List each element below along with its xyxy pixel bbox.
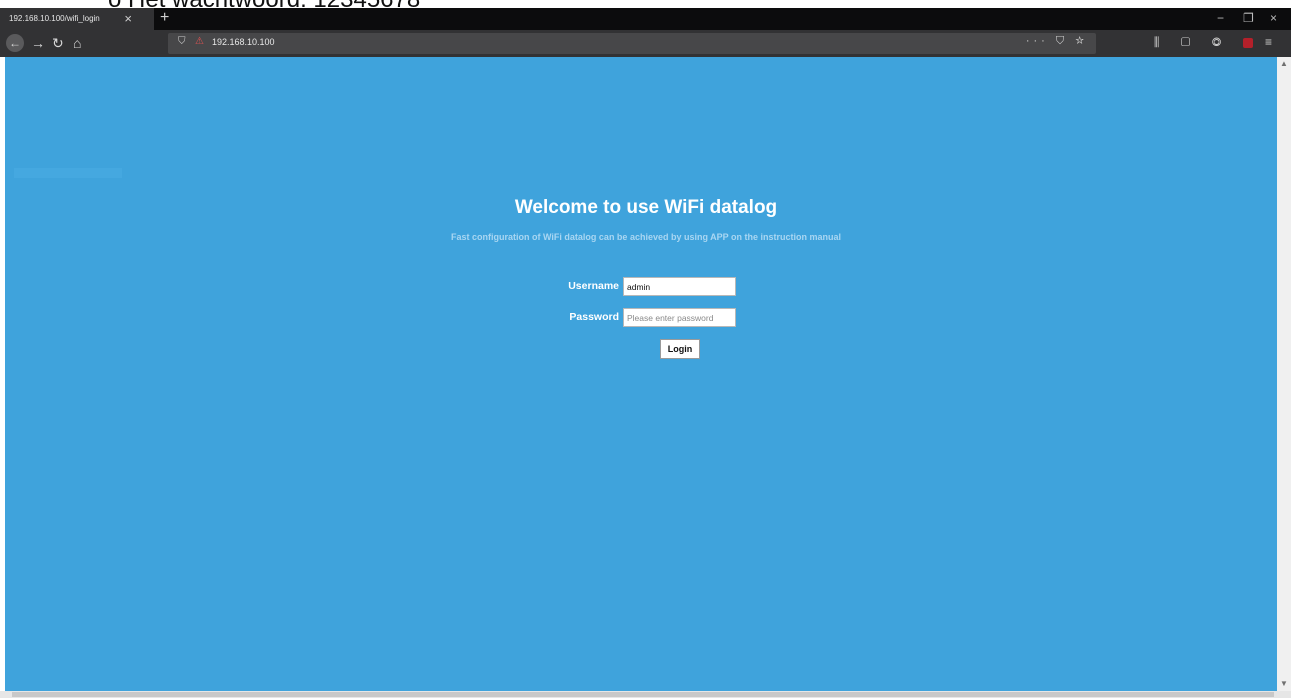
tab-title: 192.168.10.100/wifi_login [9, 14, 100, 23]
tab-bar: 192.168.10.100/wifi_login × + − ❐ × [0, 8, 1291, 30]
address-bar[interactable]: ⛉ ⚠ 192.168.10.100 ··· ⛉ ☆ [168, 33, 1096, 54]
password-label-wrap: Password [525, 308, 619, 327]
tab-close-icon[interactable]: × [124, 11, 132, 26]
forward-button[interactable]: → [31, 34, 45, 52]
home-button[interactable]: ⌂ [73, 34, 81, 52]
menu-icon[interactable]: ≡ [1265, 35, 1281, 49]
page-actions-icons[interactable]: ··· ⛉ ☆ [1026, 35, 1088, 48]
url-text[interactable]: 192.168.10.100 [212, 37, 275, 47]
minimize-icon[interactable]: − [1217, 11, 1224, 25]
navigation-bar: ← → ↻ ⌂ ⛉ ⚠ 192.168.10.100 ··· ⛉ ☆ ⫼ ▢ ◎… [0, 30, 1291, 57]
reload-button[interactable]: ↻ [52, 34, 64, 52]
insecure-connection-icon[interactable]: ⚠ [195, 36, 204, 47]
page-title: Welcome to use WiFi datalog [514, 197, 778, 218]
horizontal-scroll-thumb[interactable] [12, 692, 1274, 697]
toolbar-icons: ⫼ ▢ ◎ ≡ [1154, 35, 1281, 50]
login-button[interactable]: Login [660, 339, 700, 359]
new-tab-icon[interactable]: + [160, 9, 169, 27]
username-label-wrap: Username [525, 277, 619, 296]
scroll-up-icon[interactable]: ▲ [1280, 59, 1288, 68]
scroll-down-icon[interactable]: ▼ [1280, 679, 1288, 688]
back-button[interactable]: ← [6, 34, 24, 52]
document-text: o Het wachtwoord: 12345678 [108, 0, 420, 8]
document-text-strip: o Het wachtwoord: 12345678 [0, 0, 1291, 8]
username-input[interactable] [623, 277, 736, 296]
close-window-icon[interactable]: × [1270, 11, 1277, 25]
vertical-scrollbar[interactable]: ▲ ▼ [1277, 57, 1291, 691]
ublock-icon[interactable] [1242, 37, 1253, 48]
tab-wifi-login[interactable]: 192.168.10.100/wifi_login × [0, 8, 154, 30]
username-label: Username [568, 280, 619, 292]
faint-decorative-bar [14, 168, 122, 178]
library-icons[interactable]: ⫼ ▢ ◎ [1154, 35, 1230, 49]
page-subtitle: Fast configuration of WiFi datalog can b… [451, 232, 841, 242]
horizontal-scrollbar[interactable] [0, 691, 1291, 698]
tracking-shield-icon[interactable]: ⛉ [178, 36, 186, 47]
page-viewport: Welcome to use WiFi datalog Fast configu… [5, 57, 1277, 691]
password-input[interactable] [623, 308, 736, 327]
restore-icon[interactable]: ❐ [1243, 11, 1254, 25]
password-label: Password [569, 311, 619, 323]
